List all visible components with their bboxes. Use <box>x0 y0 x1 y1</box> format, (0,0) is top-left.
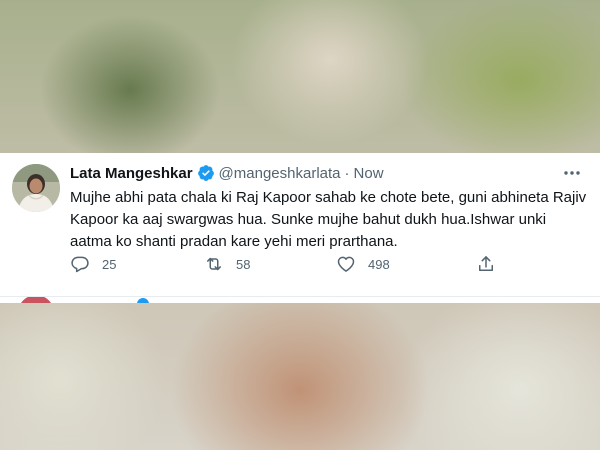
retweet-icon <box>204 254 224 274</box>
tweet-header: Lata Mangeshkar @mangeshkarlata · Now <box>70 163 580 183</box>
next-tweet-avatar <box>18 297 54 303</box>
separator-dot: · <box>344 164 350 182</box>
author-handle[interactable]: @mangeshkarlata <box>219 165 341 182</box>
reply-button[interactable]: 25 <box>70 253 116 275</box>
reply-icon <box>70 254 90 274</box>
like-count: 498 <box>368 256 390 272</box>
tweet-text: Mujhe abhi pata chala ki Raj Kapoor saha… <box>70 189 587 250</box>
next-tweet-peek <box>0 297 600 303</box>
tweet-actions: 25 58 498 <box>70 253 510 275</box>
share-icon <box>476 254 496 274</box>
avatar[interactable] <box>12 164 60 212</box>
retweet-button[interactable]: 58 <box>204 253 250 275</box>
reply-count: 25 <box>102 256 117 272</box>
verified-badge-icon <box>197 164 215 182</box>
heart-icon <box>336 254 356 274</box>
retweet-count: 58 <box>236 256 251 272</box>
tweet-card[interactable]: Lata Mangeshkar @mangeshkarlata · Now Mu… <box>0 153 600 297</box>
like-button[interactable]: 498 <box>336 253 390 275</box>
more-options-icon[interactable] <box>562 163 582 183</box>
share-button[interactable] <box>476 253 496 275</box>
author-name[interactable]: Lata Mangeshkar <box>70 165 193 182</box>
timestamp[interactable]: Now <box>354 165 384 182</box>
next-tweet-verified-badge-icon <box>137 298 149 303</box>
